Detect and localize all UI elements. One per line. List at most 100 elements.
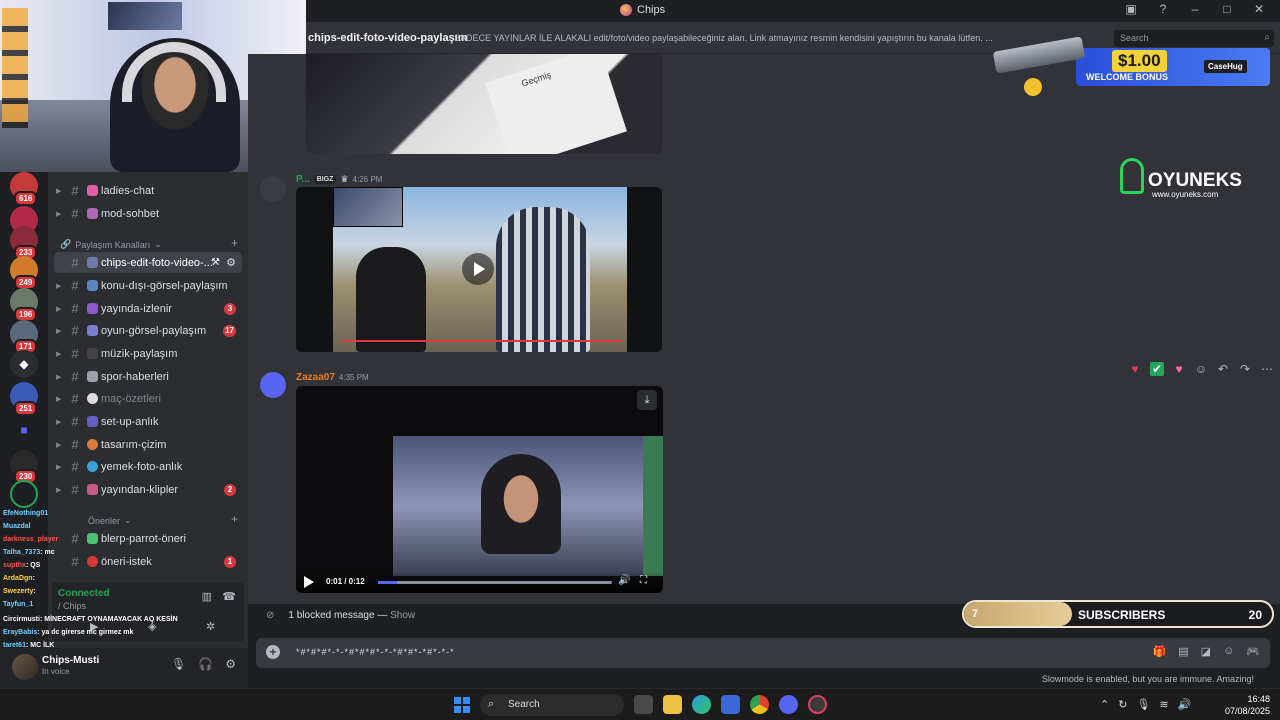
channel-mac-ozetleri[interactable]: ▶ # maç-özetleri <box>54 388 242 409</box>
sync-icon[interactable]: ↻ <box>1118 698 1127 711</box>
video-player[interactable]: ⤓ 0:01 / 0:12 🔊 ⛶ <box>296 386 663 593</box>
green-server-icon[interactable] <box>10 480 38 508</box>
volume-icon[interactable]: 🔊 <box>618 575 630 586</box>
discord-avatar[interactable] <box>260 372 286 398</box>
server-icon[interactable]: 249 <box>10 256 38 290</box>
unread-count-badge: 2 <box>224 483 236 496</box>
clock-time: 16:48 <box>1247 694 1270 704</box>
channel-chips-edit[interactable]: # chips-edit-foto-video-... ⚒ ⚙ <box>54 252 242 273</box>
inbox-icon[interactable]: ▣ <box>1122 2 1140 16</box>
show-blocked-link[interactable]: Show <box>390 610 415 621</box>
windows-start-icon[interactable] <box>454 697 470 713</box>
message-input[interactable]: *#*#*#*-*-*#*#*#*-*-*#*#*-*#*-*-* <box>296 647 455 657</box>
gif-icon[interactable]: ▤ <box>1178 645 1188 658</box>
microphone-icon[interactable]: 🎙 <box>1136 698 1150 711</box>
discord-icon[interactable] <box>779 695 798 714</box>
add-channel-icon[interactable]: + <box>231 236 238 250</box>
channel-muzik-paylasim[interactable]: ▶ # müzik-paylaşım <box>54 343 242 364</box>
channel-tasarim-cizim[interactable]: ▶ # tasarım-çizim <box>54 434 242 455</box>
soundboard-icon[interactable]: ✲ <box>206 620 215 633</box>
task-view-icon[interactable] <box>634 695 653 714</box>
channel-spor-haberleri[interactable]: ▶ # spor-haberleri <box>54 366 242 387</box>
channel-yayinda-izlenir[interactable]: ▶ # yayında-izlenir 3 <box>54 298 242 319</box>
message-composer[interactable]: + *#*#*#*-*-*#*#*#*-*-*#*#*-*#*-*-* 🎁 ▤ … <box>256 638 1270 668</box>
unread-count-badge: 1 <box>224 555 236 568</box>
search-icon: ⌕ <box>488 698 495 710</box>
play-icon[interactable] <box>462 253 494 285</box>
chevron-right-icon: ▶ <box>56 486 62 494</box>
gear-icon[interactable]: ⚙ <box>225 657 236 671</box>
hash-icon: # <box>71 482 79 497</box>
server-icon[interactable]: 233 <box>10 226 38 260</box>
gift-icon[interactable]: 🎁 <box>1153 645 1167 658</box>
edge-icon[interactable] <box>692 695 711 714</box>
video-seek-bar[interactable] <box>378 581 612 584</box>
heart-reaction-icon[interactable]: ♥ <box>1172 362 1186 376</box>
message-author[interactable]: P... <box>296 174 310 185</box>
channel-ladies-chat[interactable]: ▶ # ladies-chat <box>54 180 242 201</box>
add-channel-icon[interactable]: + <box>231 512 238 526</box>
check-reaction-icon[interactable]: ✔ <box>1150 362 1164 376</box>
clock[interactable]: 16:48 07/08/2025 <box>1225 693 1270 717</box>
chat-user: ArdaDgn <box>3 575 33 582</box>
channel-set-up-anlik[interactable]: ▶ # set-up-anlık <box>54 411 242 432</box>
microphone-icon[interactable]: 🎙 <box>171 657 186 671</box>
channel-yayindan-klipler[interactable]: ▶ # yayından-klipler 2 <box>54 479 242 500</box>
add-attachment-icon[interactable]: + <box>266 645 280 659</box>
server-icon[interactable]: 251 <box>10 382 38 416</box>
download-icon[interactable]: ⤓ <box>637 390 657 410</box>
server-icon[interactable]: 196 <box>10 288 38 322</box>
forward-icon[interactable]: ↷ <box>1238 362 1252 376</box>
channel-oyun-gorsel[interactable]: ▶ # oyun-görsel-paylaşım 17 <box>54 320 242 341</box>
sticker-icon[interactable]: ◪ <box>1201 645 1211 658</box>
server-icon[interactable]: 616 <box>10 172 38 206</box>
image-attachment[interactable]: Geçmiş <box>306 54 662 154</box>
minimize-button[interactable]: – <box>1186 2 1204 16</box>
channel-mod-sohbet[interactable]: ▶ # mod-sohbet <box>54 203 242 224</box>
gear-icon[interactable]: ⚙ <box>226 256 236 269</box>
category-label: Paylaşım Kanalları <box>75 239 151 250</box>
category-paylasim[interactable]: 🔗 Paylaşım Kanalları ⌄ <box>60 239 162 250</box>
file-explorer-icon[interactable] <box>663 695 682 714</box>
heart-reaction-icon[interactable]: ♥ <box>1128 362 1142 376</box>
volume-icon[interactable]: 🔊 <box>1178 698 1192 711</box>
fullscreen-icon[interactable]: ⛶ <box>640 575 647 586</box>
emoji-icon[interactable]: ☺ <box>1223 645 1234 658</box>
wifi-icon[interactable]: ≋ <box>1159 698 1168 711</box>
app-icon[interactable] <box>808 695 827 714</box>
maximize-button[interactable]: □ <box>1218 2 1236 16</box>
apps-icon[interactable]: 🎮 <box>1246 645 1260 658</box>
more-icon[interactable]: ⋯ <box>1260 362 1274 376</box>
add-member-icon[interactable]: ⚒ <box>211 257 220 268</box>
video-attachment[interactable] <box>296 187 662 352</box>
store-icon[interactable] <box>721 695 740 714</box>
chat-user: Talha_7373 <box>3 549 41 556</box>
chat-text: : mc <box>40 549 55 556</box>
reply-icon[interactable]: ↶ <box>1216 362 1230 376</box>
channel-konu-disi[interactable]: ▶ # konu-dışı-görsel-paylaşım <box>54 275 242 296</box>
unread-count-badge: 3 <box>224 302 236 315</box>
palette-icon <box>87 439 98 450</box>
play-icon[interactable] <box>304 576 314 588</box>
server-icon[interactable]: 171 <box>10 320 38 354</box>
folder-icon[interactable]: ■ <box>10 416 38 444</box>
avatar[interactable] <box>260 176 286 202</box>
message-author[interactable]: Zazaa07 <box>296 372 335 383</box>
dice-server-icon[interactable]: ◆ <box>10 350 38 378</box>
subscriber-goal: 20 <box>1248 608 1262 622</box>
add-reaction-icon[interactable]: ☺ <box>1194 362 1208 376</box>
server-icon[interactable]: 230 <box>10 450 38 484</box>
sponsor-url: www.oyuneks.com <box>1152 190 1219 199</box>
channel-yemek-foto[interactable]: ▶ # yemek-foto-anlık <box>54 456 242 477</box>
disconnect-icon[interactable]: ☎ <box>222 590 236 603</box>
channel-topic[interactable]: SADECE YAYINLAR İLE ALAKALI edit/foto/vi… <box>454 33 994 43</box>
headphones-icon[interactable]: 🎧 <box>198 657 213 671</box>
chrome-icon[interactable] <box>750 695 769 714</box>
chevron-up-icon[interactable]: ⌃ <box>1100 698 1109 711</box>
signal-icon[interactable]: ▥ <box>202 590 212 603</box>
help-icon[interactable]: ? <box>1154 2 1172 16</box>
oyuneks-logo-icon <box>1120 158 1144 194</box>
taskbar-search[interactable]: ⌕ Search <box>480 694 624 716</box>
close-button[interactable]: ✕ <box>1250 2 1268 16</box>
chat-line: ArdaDgn: <box>3 575 35 582</box>
